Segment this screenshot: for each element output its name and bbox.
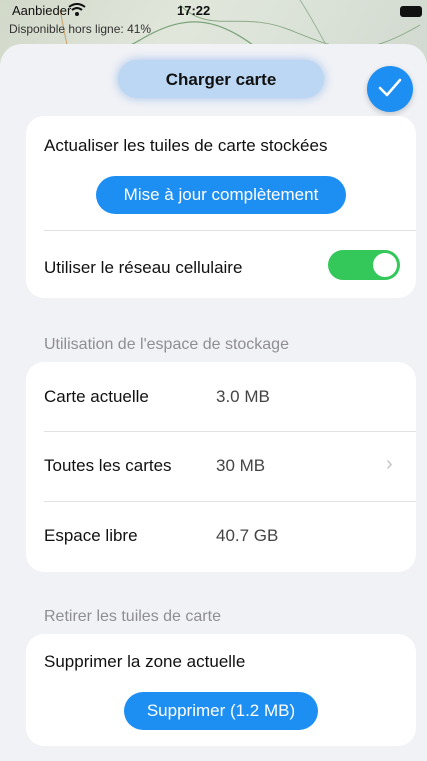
free-space-label: Espace libre <box>44 526 138 545</box>
toggle-knob <box>373 253 397 277</box>
current-map-size: 3.0 MB <box>216 387 270 406</box>
delete-area-label: Supprimer la zone actuelle <box>44 652 246 671</box>
done-button[interactable] <box>367 66 413 112</box>
refresh-tiles-label: Actualiser les tuiles de carte stockées <box>44 136 328 155</box>
storage-section-header: Utilisation de l'espace de stockage <box>44 336 289 353</box>
cellular-label: Utiliser le réseau cellulaire <box>44 258 243 277</box>
battery-icon <box>400 6 422 17</box>
remove-card: Supprimer la zone actuelle Supprimer (1.… <box>26 634 416 746</box>
all-maps-label: Toutes les cartes <box>44 456 172 475</box>
divider <box>44 501 416 502</box>
current-map-label: Carte actuelle <box>44 387 149 406</box>
delete-button[interactable]: Supprimer (1.2 MB) <box>124 692 318 730</box>
full-update-button[interactable]: Mise à jour complètement <box>96 176 346 214</box>
checkmark-icon <box>378 74 402 105</box>
sheet-title: Charger carte <box>165 70 277 89</box>
row-all-maps[interactable]: Toutes les cartes 30 MB › <box>26 432 416 500</box>
status-bar: Aanbieder 17:22 <box>0 0 427 22</box>
all-maps-size: 30 MB <box>216 456 266 475</box>
update-card: Actualiser les tuiles de carte stockées … <box>26 116 416 298</box>
offline-availability: Disponible hors ligne: 41% <box>9 22 152 36</box>
carrier-name: Aanbieder <box>12 3 72 18</box>
wifi-icon <box>68 3 86 19</box>
cellular-toggle[interactable] <box>328 250 400 280</box>
chevron-right-icon: › <box>386 453 393 475</box>
free-space-size: 40.7 GB <box>216 526 279 545</box>
storage-card: Carte actuelle 3.0 MB Toutes les cartes … <box>26 362 416 572</box>
clock: 17:22 <box>177 3 211 18</box>
divider <box>44 230 416 231</box>
remove-section-header: Retirer les tuiles de carte <box>44 608 221 625</box>
